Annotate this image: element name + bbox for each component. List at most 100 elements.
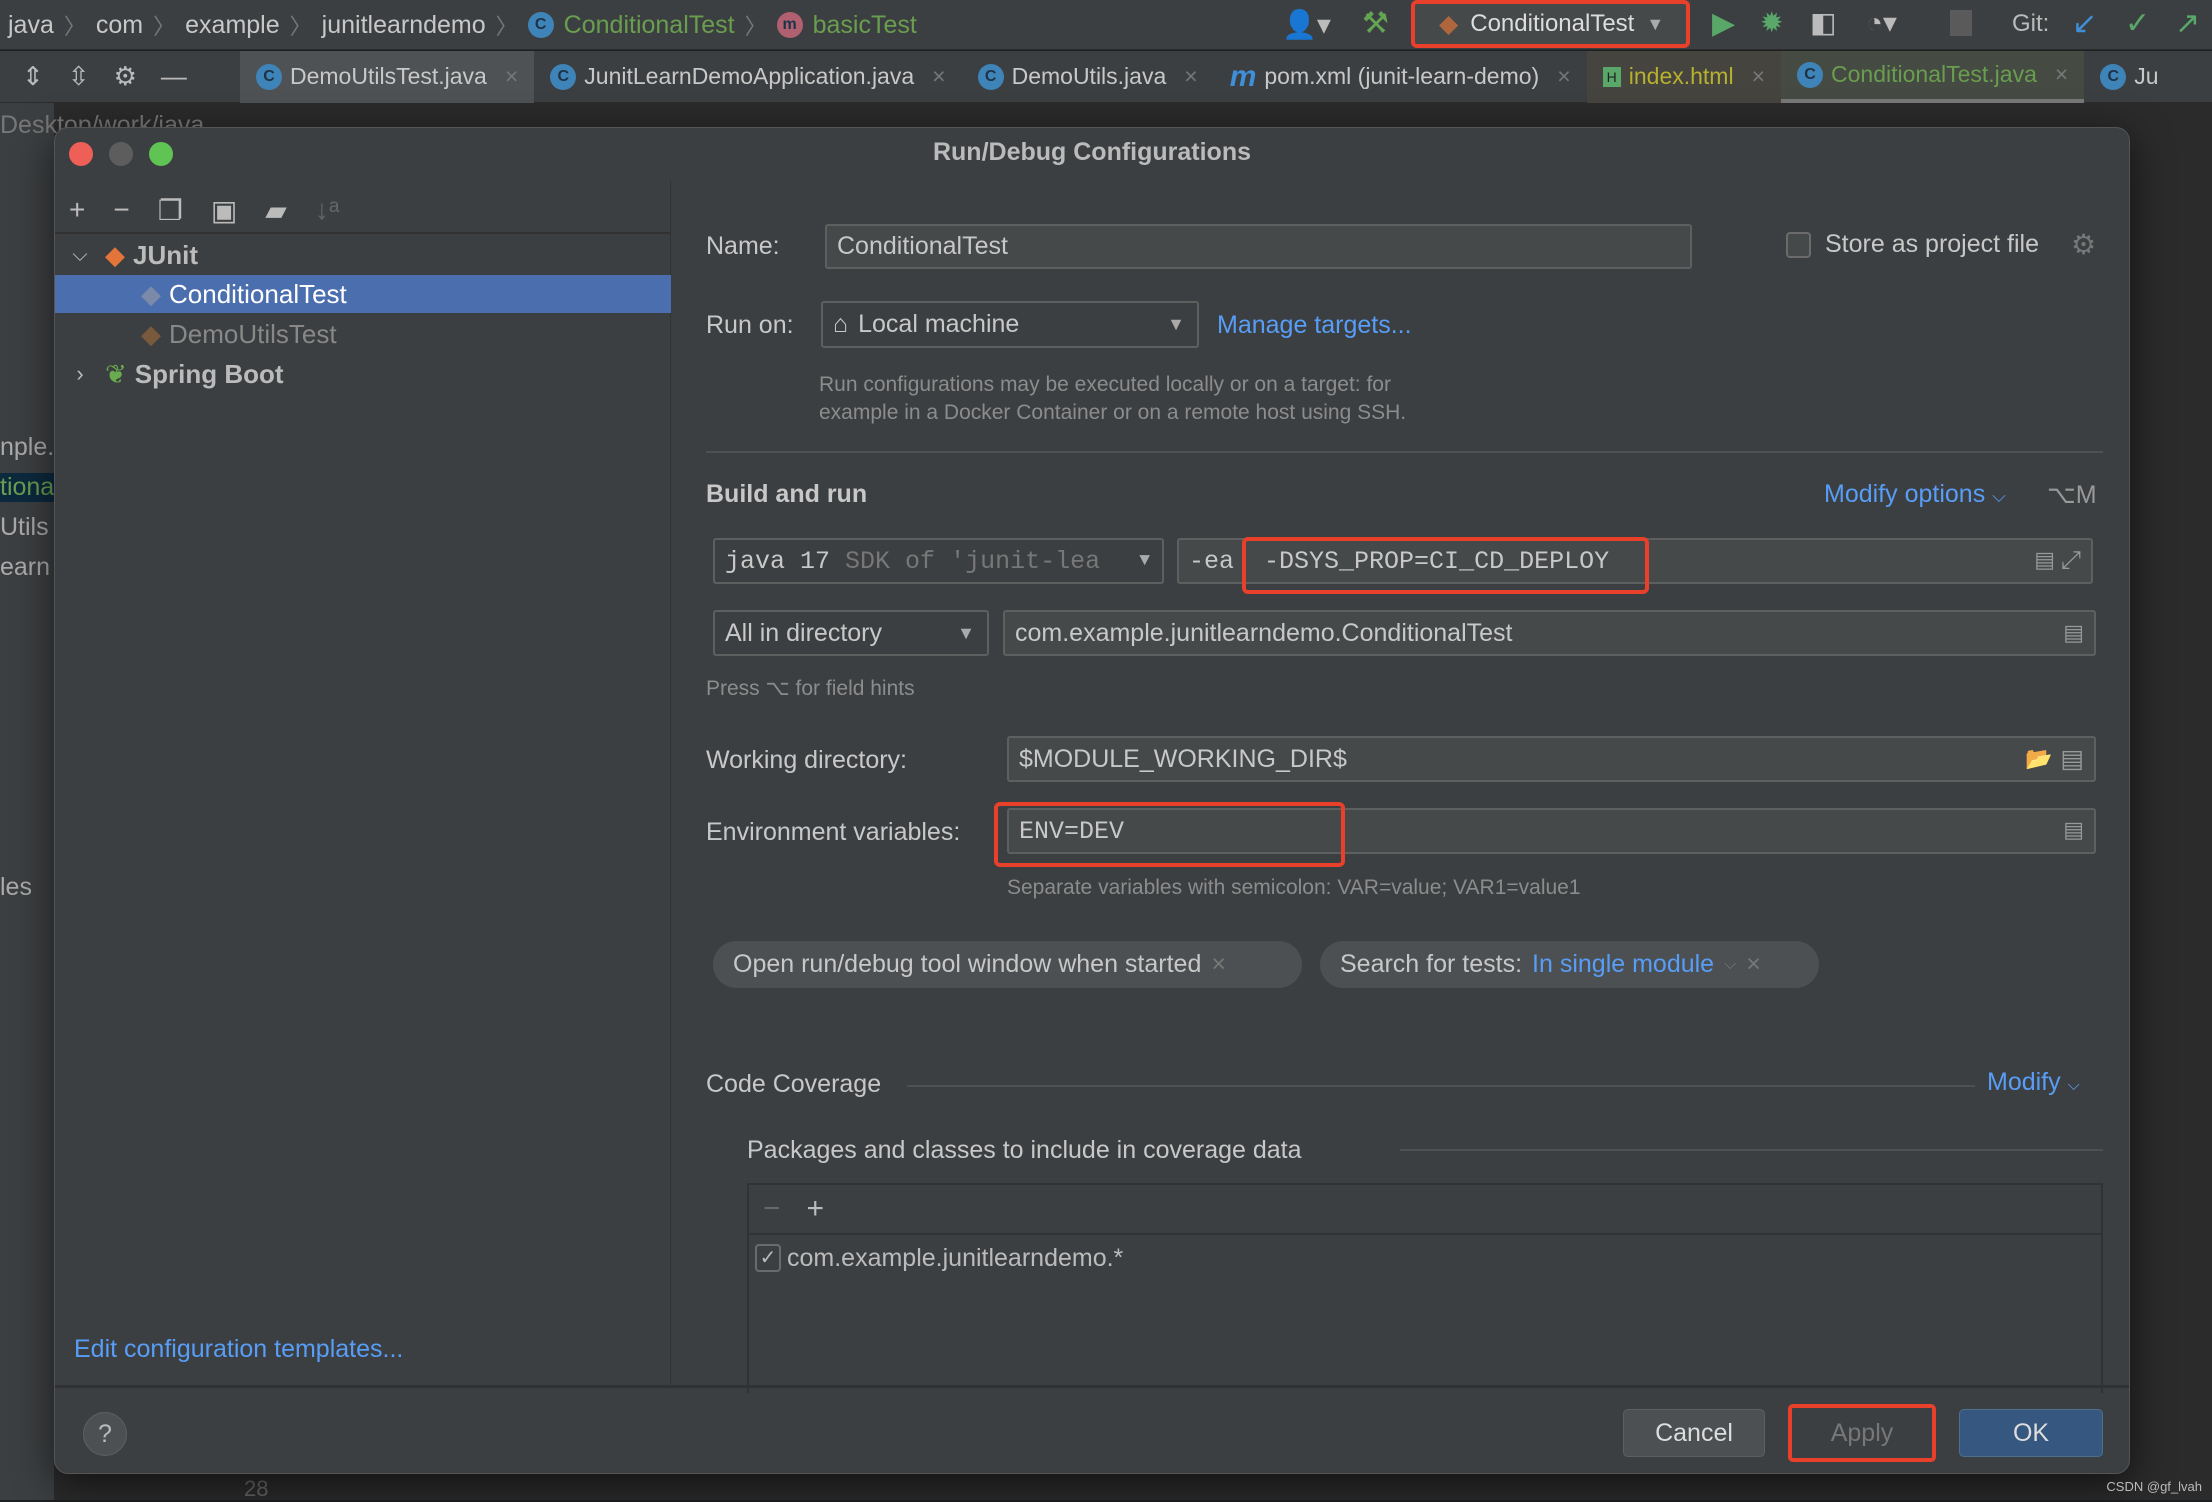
crumb-com[interactable]: com <box>96 11 143 40</box>
remove-icon[interactable]: − <box>113 194 129 232</box>
tab-index-html[interactable]: Hindex.html × <box>1586 50 1782 103</box>
coverage-modify-button[interactable]: Modify ⌵ <box>1987 1068 2080 1097</box>
divider <box>1400 1149 2103 1151</box>
stop-icon[interactable] <box>1950 10 1972 36</box>
package-row[interactable]: ✓ com.example.junitlearndemo.* <box>749 1235 2101 1281</box>
tab-overflow[interactable]: C Ju <box>2084 51 2174 103</box>
tab-pom[interactable]: m pom.xml (junit-learn-demo) × <box>1214 51 1587 103</box>
add-icon[interactable]: + <box>69 194 85 232</box>
jre-dropdown[interactable]: java 17 SDK of 'junit-lea ▼ <box>713 538 1164 584</box>
close-icon[interactable]: × <box>932 63 945 90</box>
close-icon[interactable]: × <box>1746 950 1761 979</box>
manage-targets-link[interactable]: Manage targets... <box>1217 311 1412 340</box>
expand-all-icon[interactable]: ⇕ <box>22 61 44 92</box>
crumb-java[interactable]: java <box>8 11 54 40</box>
clipboard-icon[interactable]: ▤ <box>2034 548 2055 574</box>
minimize-icon[interactable]: — <box>161 61 187 92</box>
coverage-icon[interactable]: ◧ <box>1810 6 1836 39</box>
git-commit-icon[interactable]: ✓ <box>2125 6 2150 41</box>
coverage-heading: Code Coverage <box>706 1070 882 1098</box>
tree-toolbar: + − ❐ ▣ ▰ ↓ᵃ <box>55 180 670 234</box>
user-icon[interactable]: 👤▾ <box>1282 8 1331 41</box>
method-icon: m <box>776 12 803 38</box>
copy-icon[interactable]: ❐ <box>158 194 183 232</box>
new-folder-icon[interactable]: ▰ <box>265 194 287 232</box>
expand-icon[interactable]: ⤢ <box>2061 547 2081 576</box>
test-class-input[interactable]: com.example.junitlearndemo.ConditionalTe… <box>1003 610 2096 656</box>
edit-templates-link[interactable]: Edit configuration templates... <box>74 1335 403 1364</box>
name-label: Name: <box>706 232 780 260</box>
tab-conditionaltest[interactable]: C ConditionalTest.java × <box>1781 50 2085 103</box>
build-hammer-icon[interactable]: ⚒ <box>1362 6 1389 41</box>
close-icon[interactable]: × <box>1184 63 1197 90</box>
debug-icon[interactable]: ✹ <box>1760 6 1783 39</box>
html-icon: H <box>1602 66 1621 87</box>
navigation-bar: java 〉 com 〉 example 〉 junitlearndemo 〉 C Co… <box>0 0 2212 50</box>
run-config-selector[interactable]: ◆ ConditionalTest ▼ <box>1411 0 1690 48</box>
chevron-down-icon[interactable]: ⌵ <box>55 244 105 267</box>
help-button[interactable]: ? <box>83 1412 127 1456</box>
option-chip-search-tests[interactable]: Search for tests: In single module ⌵ × <box>1320 941 1819 988</box>
tree-group-spring-boot[interactable]: › ❦ Spring Boot <box>55 355 671 393</box>
crumb-package[interactable]: junitlearndemo <box>322 11 486 40</box>
cancel-button[interactable]: Cancel <box>1623 1409 1765 1457</box>
vm-prefix: -ea <box>1189 546 1235 576</box>
clipboard-icon[interactable]: ▤ <box>2060 744 2084 774</box>
save-icon[interactable]: ▣ <box>211 194 237 232</box>
junit-icon: ◆ <box>1439 10 1459 38</box>
close-icon[interactable]: × <box>1752 63 1765 90</box>
modify-options-button[interactable]: Modify options ⌵ <box>1824 480 2006 509</box>
tab-label: JunitLearnDemoApplication.java <box>584 63 915 89</box>
tree-group-junit[interactable]: ⌵ ◆ JUnit <box>55 236 671 274</box>
search-scope-dropdown[interactable]: In single module <box>1532 950 1714 979</box>
crumb-class[interactable]: ConditionalTest <box>564 11 735 40</box>
crumb-method[interactable]: basicTest <box>813 11 917 40</box>
collapse-all-icon[interactable]: ⇳ <box>68 61 90 92</box>
folder-icon[interactable]: 📂 <box>2025 746 2052 772</box>
store-project-checkbox[interactable] <box>1786 232 1811 258</box>
apply-button[interactable]: Apply <box>1788 1404 1936 1462</box>
field-hint: Press ⌥ for field hints <box>706 677 915 700</box>
run-icon[interactable]: ▶ <box>1712 6 1735 41</box>
tab-demoutilstest[interactable]: C DemoUtilsTest.java × <box>240 50 535 103</box>
project-item: Utils <box>0 513 49 541</box>
chip-label: Open run/debug tool window when started <box>733 950 1202 978</box>
class-icon: C <box>2100 63 2127 90</box>
tab-demoutils[interactable]: C DemoUtils.java × <box>962 51 1214 103</box>
gear-icon[interactable]: ⚙ <box>2071 228 2096 261</box>
profile-icon[interactable]: ◔▾ <box>1866 6 1897 39</box>
gear-icon[interactable]: ⚙ <box>114 61 137 92</box>
add-icon[interactable]: + <box>807 1192 825 1226</box>
clipboard-icon[interactable]: ▤ <box>2063 818 2084 844</box>
clipboard-icon[interactable]: ▤ <box>2063 620 2084 646</box>
packages-heading: Packages and classes to include in cover… <box>747 1136 1302 1164</box>
remove-icon[interactable]: − <box>763 1192 781 1226</box>
project-panel-background: Desktop/work/java nple. tiona Utils earn… <box>0 103 204 1500</box>
workdir-input[interactable]: $MODULE_WORKING_DIR$ 📂 ▤ <box>1007 736 2096 782</box>
test-kind-dropdown[interactable]: All in directory ▼ <box>713 610 989 656</box>
git-update-icon[interactable]: ↙ <box>2072 6 2097 41</box>
build-run-heading: Build and run <box>706 480 868 508</box>
divider <box>706 451 2103 453</box>
packages-table: − + ✓ com.example.junitlearndemo.* <box>747 1183 2103 1393</box>
coverage-modify-label: Modify <box>1987 1068 2061 1096</box>
spring-boot-icon: ❦ <box>105 358 127 389</box>
option-chip-open-tool-window[interactable]: Open run/debug tool window when started × <box>713 941 1302 988</box>
close-icon[interactable]: × <box>1557 63 1570 90</box>
chevron-right-icon[interactable]: › <box>55 361 105 387</box>
divider <box>55 1385 2129 1388</box>
git-push-icon[interactable]: ↗ <box>2175 6 2200 41</box>
ok-button[interactable]: OK <box>1959 1409 2103 1457</box>
tree-item-demoutilstest[interactable]: ◆ DemoUtilsTest <box>55 315 671 353</box>
chevron-down-icon: ⌵ <box>1724 955 1737 973</box>
close-icon[interactable]: × <box>1211 950 1226 979</box>
close-icon[interactable]: × <box>505 63 518 90</box>
close-icon[interactable]: × <box>2055 61 2068 88</box>
run-on-dropdown[interactable]: ⌂ Local machine ▼ <box>821 301 1199 348</box>
tab-junitlearndemoapplication[interactable]: C JunitLearnDemoApplication.java × <box>534 51 961 103</box>
sort-icon[interactable]: ↓ᵃ <box>315 194 339 232</box>
crumb-example[interactable]: example <box>185 11 280 40</box>
tree-item-conditionaltest[interactable]: ◆ ConditionalTest <box>55 275 671 313</box>
package-checkbox[interactable]: ✓ <box>755 1244 781 1272</box>
name-input[interactable]: ConditionalTest <box>825 224 1692 269</box>
